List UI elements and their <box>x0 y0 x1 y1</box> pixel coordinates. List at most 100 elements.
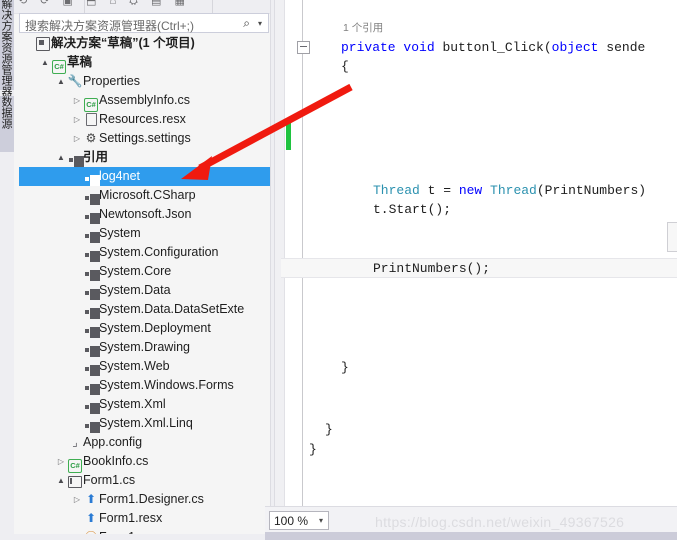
solution-icon <box>36 37 50 51</box>
chevron-right-icon[interactable]: ▷ <box>71 110 83 129</box>
data-sources-tab[interactable]: 数据源 <box>0 96 14 152</box>
search-input[interactable]: 搜索解决方案资源管理器(Ctrl+;) ⌕ ▾ <box>19 13 269 33</box>
chevron-right-icon[interactable]: ▷ <box>71 490 83 509</box>
chevron-right-icon[interactable]: ▷ <box>71 129 83 148</box>
tree-item[interactable]: ▲ C# 草稿 <box>19 53 270 74</box>
solution-tree[interactable]: 解决方案“草稿”(1 个项目) ▲ C# 草稿 ▲ 🔧Properties ▷ C# Assem… <box>19 34 270 540</box>
tree-item[interactable]: Microsoft.CSharp <box>19 186 270 205</box>
code-token: new <box>458 183 483 198</box>
tree-item[interactable]: ▲ Form1.cs <box>19 471 270 490</box>
settings-gear-icon: ⚙ <box>85 131 97 145</box>
tree-item[interactable]: 解决方案“草稿”(1 个项目) <box>19 34 270 53</box>
tree-item-label: System.Configuration <box>99 245 219 259</box>
reference-icon <box>84 384 100 395</box>
search-icon[interactable]: ⌕ <box>243 16 250 31</box>
code-token: } <box>309 442 317 457</box>
tree-item[interactable]: ▷ C# BookInfo.cs <box>19 452 270 473</box>
tree-item-label: Newtonsoft.Json <box>99 207 192 221</box>
tree-item-label: System.Web <box>99 359 170 373</box>
code-token: Thread <box>490 183 537 198</box>
csharp-project-icon: C# <box>51 53 67 74</box>
reference-icon <box>83 414 100 433</box>
tree-item[interactable]: ▷ ⚙ Settings.settings <box>19 129 270 148</box>
chevron-right-icon[interactable]: ▷ <box>55 452 67 471</box>
tree-item[interactable]: ▲ 🔧Properties <box>19 72 270 91</box>
search-chevron-down-icon[interactable]: ▾ <box>258 19 262 28</box>
tree-item-label: 草稿 <box>67 55 93 69</box>
tree-item-label: Form1.resx <box>99 511 163 525</box>
code-line[interactable]: private void buttonl_Click(object sende <box>341 38 645 57</box>
tree-item-selected[interactable]: log4net <box>19 167 270 186</box>
tree-item[interactable]: System.Xml <box>19 395 270 414</box>
tree-item[interactable]: ▷ ⬆ Form1.Designer.cs <box>19 490 270 509</box>
chevron-down-icon[interactable]: ▲ <box>39 53 51 72</box>
editor-selection-margin[interactable] <box>285 0 293 506</box>
reference-icon <box>83 243 100 262</box>
code-line[interactable]: t.Start(); <box>373 200 451 219</box>
chevron-down-icon[interactable]: ▲ <box>55 148 67 167</box>
reference-icon <box>83 319 100 338</box>
zoom-chevron-down-icon[interactable]: ▾ <box>319 516 323 525</box>
tree-item-label: Settings.settings <box>99 131 191 145</box>
tree-item-label: log4net <box>99 169 141 183</box>
tree-item[interactable]: ⌟ App.config <box>19 433 270 452</box>
reference-icon <box>84 403 100 414</box>
search-placeholder: 搜索解决方案资源管理器(Ctrl+;) <box>25 19 194 33</box>
chevron-down-icon[interactable]: ▲ <box>55 72 67 91</box>
solution-explorer-tab[interactable]: 解决方案资源管理器 <box>0 0 14 97</box>
watermark-text: https://blog.csdn.net/weixin_49367526 <box>375 514 625 530</box>
code-line[interactable]: Thread t = new Thread(PrintNumbers) <box>373 181 646 200</box>
tree-item-label: System <box>99 226 141 240</box>
code-token: t.Start(); <box>373 202 452 217</box>
reference-icon <box>83 395 100 414</box>
tree-item-label: AssemblyInfo.cs <box>99 93 191 107</box>
tree-item-label: Form1.Designer.cs <box>99 492 204 506</box>
tree-item[interactable]: System.Drawing <box>19 338 270 357</box>
code-line[interactable]: PrintNumbers(); <box>373 259 490 278</box>
reference-icon <box>84 289 100 300</box>
reference-icon <box>84 194 100 205</box>
reference-icon <box>84 308 100 319</box>
tree-item[interactable]: System.Xml.Linq <box>19 414 270 433</box>
tree-item[interactable]: ▲ 引用 <box>19 148 270 167</box>
tree-item[interactable]: ⬆ Form1.resx <box>19 509 270 528</box>
form-icon <box>68 476 82 488</box>
tree-item[interactable]: System.Web <box>19 357 270 376</box>
chevron-right-icon[interactable]: ▷ <box>71 91 83 110</box>
code-line[interactable]: } <box>309 440 317 459</box>
tree-item[interactable]: System.Deployment <box>19 319 270 338</box>
tree-item[interactable]: System.Data <box>19 281 270 300</box>
code-editor[interactable]: 1 个引用 private void buttonl_Click(object … <box>275 0 677 506</box>
tree-item-label: Form1.cs <box>83 473 136 487</box>
csharp-file-icon: C# <box>83 91 99 112</box>
reference-icon <box>84 232 100 243</box>
tree-item[interactable]: Newtonsoft.Json <box>19 205 270 224</box>
reference-icon <box>67 148 84 167</box>
tree-item[interactable]: System.Windows.Forms <box>19 376 270 395</box>
code-text-area[interactable]: 1 个引用 private void buttonl_Click(object … <box>281 0 677 506</box>
toolbar-separator <box>84 0 85 13</box>
tree-item[interactable]: System.Data.DataSetExte <box>19 300 270 319</box>
code-line[interactable]: } <box>325 420 333 439</box>
code-line[interactable]: { <box>341 57 349 76</box>
tree-item[interactable]: ▷ C# AssemblyInfo.cs <box>19 91 270 112</box>
tree-item[interactable]: System <box>19 224 270 243</box>
reference-icon <box>83 338 100 357</box>
tree-item[interactable]: System.Configuration <box>19 243 270 262</box>
status-bar-strip <box>265 532 677 540</box>
tree-item-label: Properties <box>83 74 140 88</box>
reference-icon <box>84 327 100 338</box>
code-line[interactable]: } <box>341 358 349 377</box>
unsaved-change-marker <box>286 118 291 150</box>
reference-icon <box>83 357 100 376</box>
tree-item-label: System.Deployment <box>99 321 211 335</box>
editor-outlining-margin[interactable] <box>297 0 309 506</box>
codelens-reference-count[interactable]: 1 个引用 <box>343 19 383 38</box>
zoom-level-dropdown[interactable]: 100 % ▾ <box>269 511 329 530</box>
chevron-down-icon[interactable]: ▲ <box>55 471 67 490</box>
tree-item[interactable]: ▷ Resources.resx <box>19 110 270 129</box>
resx-file-icon <box>85 113 97 126</box>
toolbar-icon-row[interactable]: ⟲ ⟳ ▣ ⬒ ⌂ ⛭ ▤ ▦ <box>18 0 268 8</box>
code-token: PrintNumbers(); <box>373 261 491 276</box>
tree-item[interactable]: System.Core <box>19 262 270 281</box>
